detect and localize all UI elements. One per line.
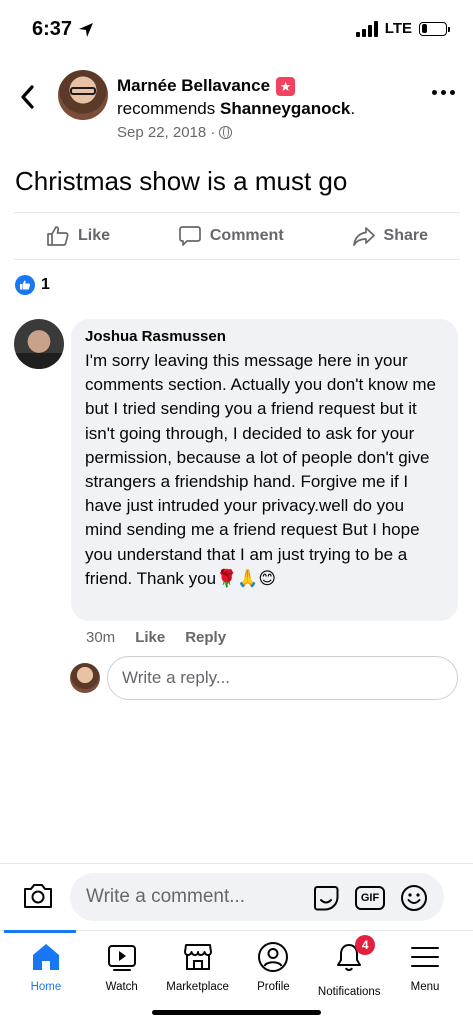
reply-input[interactable]: Write a reply...: [107, 656, 458, 700]
tab-menu[interactable]: Menu: [387, 931, 463, 998]
recommended-page-link[interactable]: Shanneyganock: [220, 99, 350, 118]
profile-icon: [258, 942, 289, 972]
author-avatar[interactable]: [58, 70, 108, 120]
signal-icon: [355, 20, 378, 37]
share-arrow-icon: [352, 227, 375, 246]
tab-marketplace[interactable]: Marketplace: [160, 931, 236, 998]
share-button[interactable]: Share: [352, 224, 428, 248]
reaction-summary[interactable]: 1: [15, 275, 50, 295]
comment-button[interactable]: Comment: [178, 224, 284, 248]
tab-notifications[interactable]: 4 Notifications: [311, 931, 387, 998]
home-indicator: [152, 1010, 321, 1015]
reply-avatar: [70, 663, 100, 693]
thumbs-up-icon: [47, 226, 69, 246]
camera-icon[interactable]: [22, 882, 54, 910]
post-action-bar: Like Comment Share: [14, 212, 460, 260]
tab-menu-label: Menu: [410, 981, 440, 993]
comment-reply-button[interactable]: Reply: [185, 629, 226, 646]
comment-composer: Write a comment... GIF: [0, 863, 473, 930]
comment-like-button[interactable]: Like: [135, 629, 165, 646]
commenter-avatar[interactable]: [14, 319, 64, 369]
post-header-text: Marnée Bellavance ★ recommends Shanneyga…: [117, 76, 417, 141]
comment-label: Comment: [209, 227, 284, 244]
tab-profile[interactable]: Profile: [235, 931, 311, 998]
tab-watch-label: Watch: [105, 981, 138, 993]
active-tab-indicator: [4, 930, 76, 933]
network-label: LTE: [384, 20, 412, 37]
post-date[interactable]: Sep 22, 2018 ·: [117, 124, 215, 141]
notification-count-badge: 4: [355, 935, 376, 955]
tab-watch[interactable]: Watch: [84, 931, 160, 998]
more-options-icon[interactable]: [432, 90, 455, 95]
tab-notifications-label: Notifications: [317, 986, 381, 998]
like-reaction-icon: [15, 275, 35, 295]
comment-bubble[interactable]: Joshua Rasmussen I'm sorry leaving this …: [71, 319, 458, 621]
comment-input-placeholder: Write a comment...: [86, 886, 246, 907]
tab-marketplace-label: Marketplace: [166, 981, 229, 993]
comment-meta: 30m Like Reply: [86, 629, 226, 646]
post-header: Marnée Bellavance ★ recommends Shanneyga…: [0, 68, 473, 148]
author-name[interactable]: Marnée Bellavance: [117, 76, 270, 96]
status-bar: 6:37 LTE: [0, 0, 473, 60]
comment-bubble-icon: [179, 226, 201, 246]
share-label: Share: [383, 227, 428, 244]
commenter-name[interactable]: Joshua Rasmussen: [85, 328, 444, 345]
like-button[interactable]: Like: [46, 224, 110, 248]
tab-home-label: Home: [30, 981, 62, 993]
back-chevron-icon[interactable]: [16, 82, 40, 112]
marketplace-icon: [183, 944, 212, 970]
like-label: Like: [78, 227, 111, 244]
emoji-icon[interactable]: [399, 883, 429, 913]
globe-icon: [219, 126, 233, 139]
status-time: 6:37: [32, 18, 94, 41]
home-icon: [32, 944, 59, 970]
recommend-suffix: .: [350, 99, 356, 118]
reaction-count: 1: [41, 276, 50, 293]
clock-text: 6:37: [32, 18, 73, 40]
tab-home[interactable]: Home: [8, 931, 84, 998]
comment-time: 30m: [86, 629, 116, 646]
post-text: Christmas show is a must go: [15, 166, 348, 196]
sticker-icon[interactable]: [311, 883, 341, 913]
reply-row: Write a reply...: [70, 656, 460, 700]
battery-icon: [419, 21, 450, 36]
recommend-prefix: recommends: [117, 99, 216, 118]
menu-icon: [411, 947, 440, 967]
post-date-line: Sep 22, 2018 ·: [117, 124, 417, 141]
location-arrow-icon: [79, 22, 94, 37]
star-badge-icon: ★: [276, 76, 296, 96]
gif-button[interactable]: GIF: [355, 886, 385, 910]
status-indicators: LTE: [355, 20, 450, 37]
composer-icons: GIF: [311, 883, 429, 913]
recommend-line: recommends Shanneyganock.: [117, 99, 417, 119]
bottom-tab-bar: Home Watch Marketplace Profile 4 Notific…: [0, 930, 473, 1023]
tab-profile-label: Profile: [257, 981, 290, 993]
comment-text: I'm sorry leaving this message here in y…: [85, 351, 436, 588]
watch-icon: [107, 945, 136, 971]
